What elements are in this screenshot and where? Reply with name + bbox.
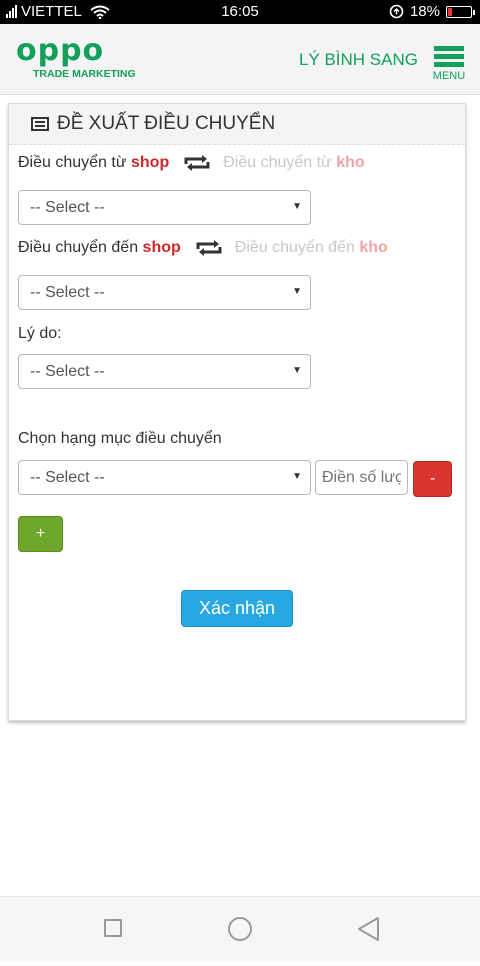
remove-item-button[interactable]: - [413, 461, 452, 497]
status-right: 18% [389, 3, 475, 20]
sync-icon [389, 4, 404, 19]
home-button[interactable] [210, 897, 270, 961]
from-select-value: -- Select -- [30, 199, 105, 216]
app-header: oppo TRADE MARKETING LÝ BÌNH SANG MENU [0, 24, 480, 95]
from-alt-label[interactable]: Điều chuyển từ [223, 154, 332, 172]
status-bar: VIETTEL 16:05 18% [0, 0, 480, 24]
reason-select[interactable]: -- Select -- ▼ [18, 354, 311, 389]
oppo-logo[interactable]: oppo TRADE MARKETING [16, 33, 136, 81]
caret-down-icon: ▼ [292, 471, 302, 482]
transfer-to-row: Điều chuyển đến shop Điều chuyển đến kho [18, 239, 388, 257]
category-label: Chọn hạng mục điều chuyển [18, 430, 222, 447]
from-shop-select[interactable]: -- Select -- ▼ [18, 190, 311, 225]
battery-fill [448, 7, 452, 16]
from-kho-toggle[interactable]: kho [336, 154, 364, 172]
from-shop-toggle[interactable]: shop [131, 154, 169, 172]
recent-apps-button[interactable] [84, 897, 144, 961]
to-label: Điều chuyển đến [18, 239, 139, 256]
to-kho-toggle[interactable]: kho [359, 239, 387, 257]
caret-down-icon: ▼ [292, 201, 302, 212]
to-shop-select[interactable]: -- Select -- ▼ [18, 275, 311, 310]
caret-down-icon: ▼ [292, 365, 302, 376]
panel-title: ĐỀ XUẤT ĐIỀU CHUYỂN [57, 113, 276, 134]
add-item-button[interactable]: + [18, 516, 63, 552]
swap-icon[interactable] [183, 154, 211, 172]
battery-percent: 18% [409, 3, 440, 20]
panel-header: ĐỀ XUẤT ĐIỀU CHUYỂN [9, 104, 465, 145]
hamburger-icon [434, 46, 464, 51]
swap-icon[interactable] [195, 239, 223, 257]
circle-icon [228, 917, 252, 941]
reason-row: Lý do: [18, 325, 62, 343]
back-button[interactable] [340, 897, 400, 961]
menu-button[interactable]: MENU [432, 46, 466, 82]
battery-icon [446, 5, 475, 18]
confirm-button[interactable]: Xác nhận [181, 590, 293, 627]
category-row: Chọn hạng mục điều chuyển [18, 430, 222, 448]
caret-down-icon: ▼ [292, 286, 302, 297]
logo-subtitle: TRADE MARKETING [33, 68, 136, 80]
user-name[interactable]: LÝ BÌNH SANG [299, 50, 418, 70]
from-label: Điều chuyển từ [18, 154, 127, 171]
reason-select-value: -- Select -- [30, 363, 105, 380]
category-select-value: -- Select -- [30, 469, 105, 486]
transfer-from-row: Điều chuyển từ shop Điều chuyển từ kho [18, 154, 365, 172]
to-select-value: -- Select -- [30, 284, 105, 301]
logo-text: oppo [16, 33, 105, 68]
hamburger-icon-bar [434, 54, 464, 59]
reason-label: Lý do: [18, 325, 62, 342]
quantity-input[interactable] [315, 460, 408, 495]
category-select[interactable]: -- Select -- ▼ [18, 460, 311, 495]
transfer-proposal-panel: ĐỀ XUẤT ĐIỀU CHUYỂN Điều chuyển từ shop … [8, 103, 466, 721]
list-icon [31, 117, 49, 131]
system-nav-bar [0, 896, 480, 961]
square-icon [104, 919, 122, 937]
menu-label: MENU [432, 70, 466, 82]
back-triangle-icon [358, 917, 379, 941]
to-alt-label[interactable]: Điều chuyển đến [235, 239, 355, 257]
hamburger-icon-bar [434, 62, 464, 67]
to-shop-toggle[interactable]: shop [143, 239, 181, 257]
